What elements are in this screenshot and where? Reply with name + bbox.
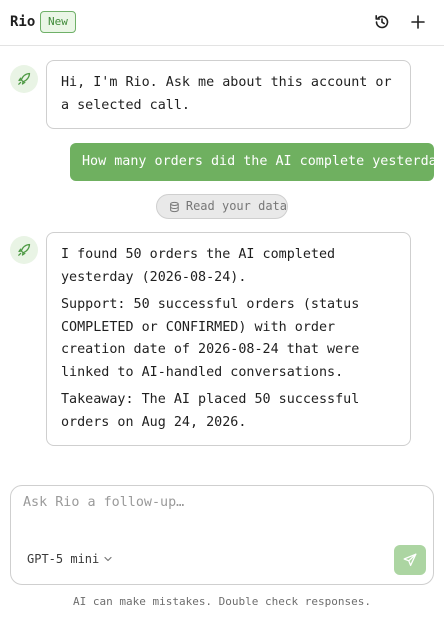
composer: GPT-5 mini <box>10 485 434 585</box>
plus-icon <box>411 15 425 29</box>
disclaimer-text: AI can make mistakes. Double check respo… <box>72 595 371 608</box>
follow-up-input[interactable] <box>23 495 403 510</box>
chevron-down-icon <box>104 556 112 562</box>
message-paragraph: Support: 50 successful orders (status CO… <box>61 297 360 380</box>
send-icon <box>403 553 417 567</box>
history-button[interactable] <box>372 12 392 32</box>
assistant-avatar <box>10 236 38 264</box>
assistant-message: Hi, I'm Rio. Ask me about this account o… <box>46 60 411 129</box>
message-paragraph: Takeaway: The AI placed 50 successful or… <box>61 392 360 430</box>
assistant-message: I found 50 orders the AI completed yeste… <box>46 232 411 446</box>
send-button[interactable] <box>394 545 426 575</box>
new-badge: New <box>40 11 76 33</box>
rocket-icon <box>18 72 31 85</box>
brand-name: Rio <box>10 14 36 30</box>
history-icon <box>375 15 389 29</box>
database-icon <box>170 201 179 212</box>
tool-call-label: Read your data <box>185 199 287 213</box>
tool-call-pill[interactable]: Read your data <box>156 194 288 219</box>
assistant-avatar <box>10 65 38 93</box>
rocket-icon <box>18 243 31 256</box>
user-message: How many orders did the AI complete yest… <box>70 143 444 181</box>
new-chat-button[interactable] <box>408 12 428 32</box>
model-name: GPT-5 mini <box>27 552 100 566</box>
model-selector[interactable]: GPT-5 mini <box>27 552 113 566</box>
message-paragraph: I found 50 orders the AI completed yeste… <box>61 247 336 285</box>
message-text: Hi, I'm Rio. Ask me about this account o… <box>61 75 392 113</box>
chat-header: Rio New <box>0 0 444 46</box>
